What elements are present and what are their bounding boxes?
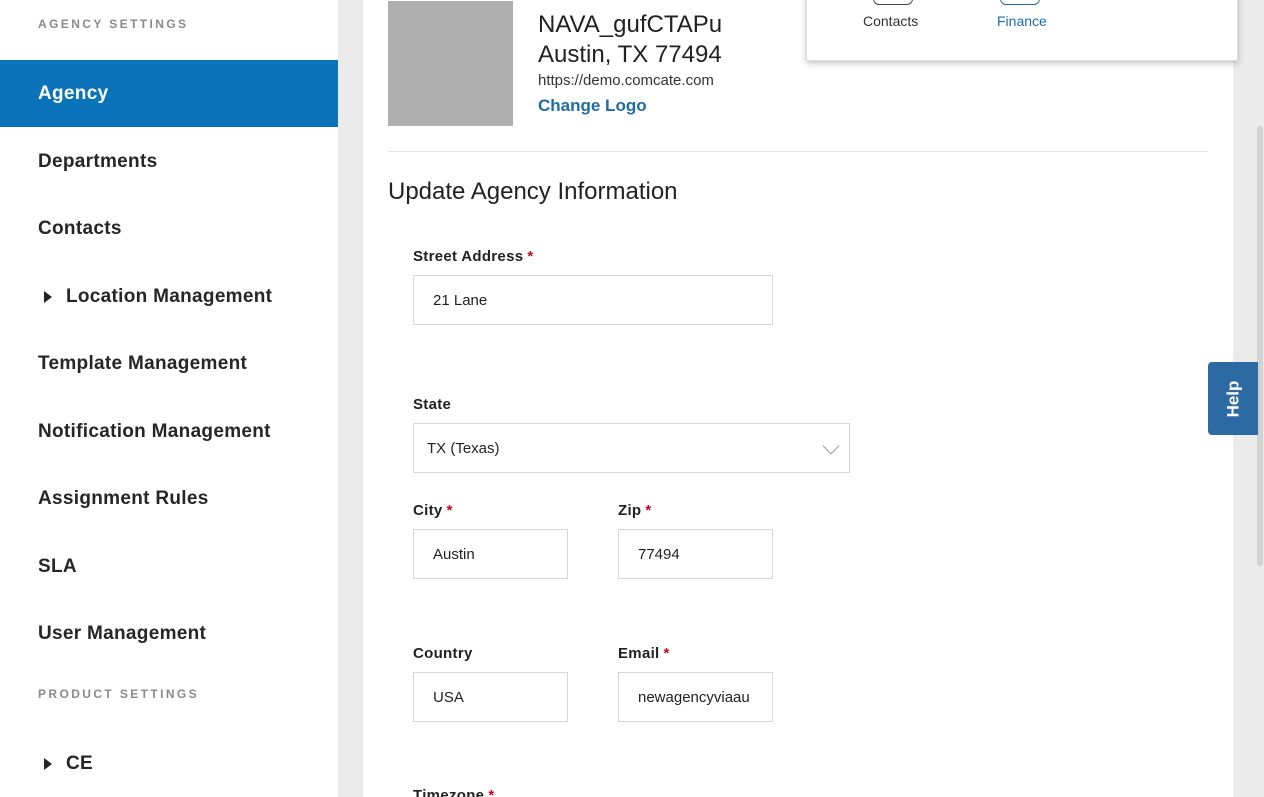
required-marker: * — [488, 787, 495, 797]
street-address-label-text: Street Address — [413, 248, 524, 265]
sidebar-item-contacts[interactable]: Contacts — [0, 195, 338, 262]
sidebar-item-assignment-rules[interactable]: Assignment Rules — [0, 465, 338, 532]
required-marker: * — [446, 502, 453, 519]
sidebar-item-label: Agency — [38, 82, 109, 104]
city-input[interactable]: Austin — [413, 529, 568, 579]
sidebar-item-label: Notification Management — [38, 420, 271, 442]
sidebar-item-label: Assignment Rules — [38, 487, 209, 509]
agency-url: https://demo.comcate.com — [538, 72, 714, 89]
sidebar-item-ce[interactable]: CE — [0, 730, 338, 797]
required-marker: * — [645, 502, 652, 519]
change-logo-link[interactable]: Change Logo — [538, 96, 647, 116]
sidebar-item-user-management[interactable]: User Management — [0, 600, 338, 667]
sidebar-item-template-management[interactable]: Template Management — [0, 330, 338, 397]
popup-tab-finance[interactable]: Finance — [997, 13, 1047, 29]
email-input[interactable]: newagencyviaau — [618, 672, 773, 722]
caret-right-icon — [44, 290, 52, 303]
sidebar-item-departments[interactable]: Departments — [0, 128, 338, 195]
timezone-label: Timezone * — [413, 787, 494, 797]
sidebar-item-agency[interactable]: Agency — [0, 60, 338, 127]
zip-input[interactable]: 77494 — [618, 529, 773, 579]
city-label: City * — [413, 502, 453, 519]
divider — [388, 151, 1208, 152]
zip-label-text: Zip — [618, 502, 642, 519]
zip-label: Zip * — [618, 502, 652, 519]
city-label-text: City — [413, 502, 443, 519]
popup-tab-contacts[interactable]: Contacts — [863, 13, 918, 29]
product-settings-heading: PRODUCT SETTINGS — [38, 687, 200, 701]
agency-name: NAVA_gufCTAPu — [538, 11, 723, 38]
state-select[interactable]: TX (Texas) — [413, 423, 850, 473]
help-label: Help — [1223, 380, 1242, 417]
street-address-input[interactable]: 21 Lane — [413, 275, 773, 325]
agency-logo — [388, 1, 513, 126]
email-label: Email * — [618, 645, 670, 662]
finance-icon — [1000, 0, 1040, 5]
country-input[interactable]: USA — [413, 672, 568, 722]
sidebar-item-sla[interactable]: SLA — [0, 533, 338, 600]
sidebar-item-label: SLA — [38, 555, 77, 577]
form-title: Update Agency Information — [388, 178, 678, 205]
country-label: Country — [413, 645, 473, 662]
caret-right-icon — [44, 757, 52, 770]
contacts-icon — [873, 0, 913, 5]
agency-address: Austin, TX 77494 — [538, 41, 722, 68]
sidebar-item-label: Contacts — [38, 217, 122, 239]
state-select-value: TX (Texas) — [427, 439, 500, 457]
state-label: State — [413, 396, 452, 413]
email-label-text: Email — [618, 645, 660, 662]
module-switcher-popup: Contacts Finance — [806, 0, 1238, 61]
sidebar-item-label: Departments — [38, 150, 158, 172]
sidebar-item-label: CE — [66, 752, 93, 774]
sidebar-item-location-management[interactable]: Location Management — [0, 263, 338, 330]
sidebar-item-label: Template Management — [38, 352, 248, 374]
sidebar-item-notification-management[interactable]: Notification Management — [0, 398, 338, 465]
scrollbar-thumb[interactable] — [1257, 126, 1263, 566]
timezone-label-text: Timezone — [413, 787, 485, 797]
street-address-label: Street Address * — [413, 248, 534, 265]
sidebar-item-label: User Management — [38, 622, 207, 644]
sidebar-item-label: Location Management — [66, 285, 273, 307]
required-marker: * — [663, 645, 670, 662]
agency-settings-heading: AGENCY SETTINGS — [38, 17, 189, 31]
settings-sidebar: AGENCY SETTINGS Agency Departments Conta… — [0, 0, 338, 797]
help-button[interactable]: Help — [1208, 362, 1258, 435]
chevron-down-icon — [822, 437, 840, 455]
required-marker: * — [527, 248, 534, 265]
